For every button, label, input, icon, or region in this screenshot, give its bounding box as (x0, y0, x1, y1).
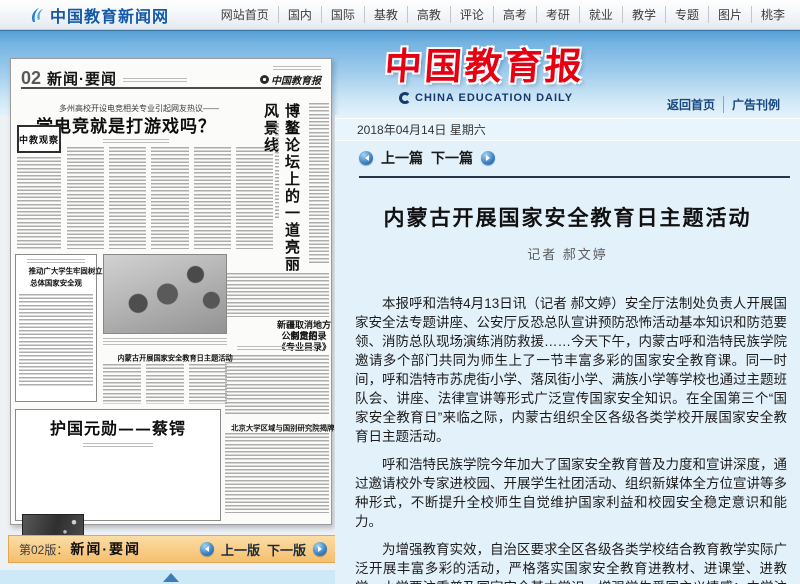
site-logo[interactable]: 中国教育新闻网 (26, 3, 169, 27)
simulated-text-block (225, 433, 329, 513)
masthead-subtitle: CHINA EDUCATION DAILY (415, 92, 573, 104)
ad-rates-link[interactable]: 广告刊例 (723, 96, 788, 113)
box-headline-line2: 总体国家安全观 (29, 280, 84, 289)
page-nav: 上一版 下一版 (200, 540, 327, 559)
prev-article-button[interactable]: 上一篇 (381, 148, 423, 168)
article-byline: 记者 郝文婷 (335, 244, 800, 263)
return-home-link[interactable]: 返回首页 (659, 96, 723, 113)
simulated-photo-caption (103, 338, 227, 347)
nav-item-basic-edu[interactable]: 基教 (364, 6, 407, 23)
masthead-links: 返回首页 广告刊例 (659, 96, 788, 113)
column-badge: 中教观察 (17, 125, 61, 153)
next-article-icon[interactable] (481, 151, 495, 165)
bottom-article-box: 护国元勋——蔡锷 (15, 409, 221, 521)
simulated-subtext (237, 346, 317, 350)
simulated-byline (83, 443, 153, 447)
box-headline-line1: 推动广大学生牢固树立 (29, 268, 84, 277)
newspaper-section-header: 02 新闻·要闻 中国教育报 (21, 65, 321, 89)
nav-item-gaokao[interactable]: 高考 (493, 6, 536, 23)
simulated-text-columns (67, 147, 273, 249)
scroll-top-icon[interactable] (163, 573, 179, 582)
prev-page-button[interactable]: 上一版 (221, 540, 260, 559)
news-photo (103, 254, 227, 334)
article-paragraph: 为增强教育实效，自治区要求全区各级各类学校结合教育教学实际广泛开展丰富多彩的活动… (355, 540, 787, 584)
article-nav: 上一篇 下一篇 (359, 148, 495, 168)
nav-item-jobs[interactable]: 就业 (579, 6, 622, 23)
simulated-date-text (273, 66, 321, 70)
small-headline: 北京大学区域与国别研究院揭牌 (231, 422, 323, 433)
newspaper-section-number: 02 (21, 69, 41, 87)
next-page-button[interactable]: 下一版 (267, 540, 306, 559)
simulated-text-column (309, 103, 329, 263)
page-section-name: 新闻·要闻 (70, 539, 141, 559)
nav-item-domestic[interactable]: 国内 (278, 6, 321, 23)
newspaper-page-image[interactable]: 02 新闻·要闻 中国教育报 多州高校开设电竞相关专业引起网友热议—— 学电竞就… (10, 58, 332, 525)
nav-item-international[interactable]: 国际 (321, 6, 364, 23)
nav-item-higher-edu[interactable]: 高教 (407, 6, 450, 23)
simulated-text-block (225, 273, 329, 317)
paper-brand-icon (260, 75, 269, 84)
bottom-headline: 护国元勋——蔡锷 (22, 415, 214, 439)
photo-article-headline: 内蒙古开展国家安全教育日主题活动 (117, 352, 212, 363)
nav-item-photos[interactable]: 图片 (708, 6, 751, 23)
article-title: 内蒙古开展国家安全教育日主题活动 (335, 202, 800, 232)
ced-logo-icon (399, 92, 411, 104)
prev-page-icon[interactable] (200, 542, 214, 556)
nav-item-special[interactable]: 专题 (665, 6, 708, 23)
page-indicator: 第02版： 新闻·要闻 (19, 539, 141, 559)
simulated-label (27, 259, 85, 263)
paper-brand-text: 中国教育报 (271, 72, 321, 87)
top-nav-links: 网站首页 国内 国际 基教 高教 评论 高考 考研 就业 教学 专题 图片 桃李 (212, 6, 794, 23)
masthead-subtitle-row: CHINA EDUCATION DAILY (399, 92, 573, 104)
article-panel: 中国教育报 CHINA EDUCATION DAILY 返回首页 广告刊例 20… (335, 30, 800, 584)
simulated-text-block (225, 355, 329, 415)
simulated-text-block (19, 294, 93, 386)
site-logo-icon (26, 6, 46, 24)
next-article-button[interactable]: 下一篇 (431, 148, 473, 168)
simulated-text-columns (22, 452, 214, 514)
prev-article-icon[interactable] (359, 151, 373, 165)
page-number-label: 第02版： (19, 541, 68, 558)
article-body: 本报呼和浩特4月13日讯（记者 郝文婷）安全厅法制处负责人开展国家安全法专题讲座… (355, 294, 787, 584)
vertical-headline: 博鳌论坛上的一道亮丽风景线 (261, 103, 303, 281)
nav-item-kaoyan[interactable]: 考研 (536, 6, 579, 23)
nav-item-comment[interactable]: 评论 (450, 6, 493, 23)
simulated-vertical-subtext (275, 123, 279, 218)
nav-item-taoli[interactable]: 桃李 (751, 6, 794, 23)
date-strip: 2018年04月14日 星期六 (335, 118, 800, 141)
masthead-title: 中国教育报 (383, 36, 587, 90)
newspaper-brand-block: 中国教育报 (260, 66, 321, 87)
divider-rule (359, 176, 790, 178)
boxed-article: 推动广大学生牢固树立 总体国家安全观 (15, 254, 97, 402)
nav-item-home[interactable]: 网站首页 (212, 6, 278, 23)
article-paragraph: 本报呼和浩特4月13日讯（记者 郝文婷）安全厅法制处负责人开展国家安全法专题讲座… (355, 294, 787, 446)
simulated-text-column (17, 157, 61, 249)
simulated-masthead-text (123, 78, 187, 84)
next-page-icon[interactable] (313, 542, 327, 556)
nav-item-teaching[interactable]: 教学 (622, 6, 665, 23)
newspaper-section-name: 新闻·要闻 (47, 72, 117, 87)
top-nav-bar: 中国教育新闻网 网站首页 国内 国际 基教 高教 评论 高考 考研 就业 教学 … (0, 0, 800, 30)
bottom-strip (0, 570, 338, 584)
article-paragraph: 呼和浩特民族学院今年加大了国家安全教育普及力度和宣讲深度，通过邀请校外专家进校园… (355, 455, 787, 531)
simulated-text-columns (103, 364, 227, 404)
simulated-byline (103, 139, 169, 144)
page-footer-bar: 第02版： 新闻·要闻 上一版 下一版 (8, 535, 338, 563)
right-column-headline: 新疆取消地方制定的 公务员招录《专业目录》 (223, 321, 331, 332)
site-logo-text: 中国教育新闻网 (50, 3, 169, 27)
